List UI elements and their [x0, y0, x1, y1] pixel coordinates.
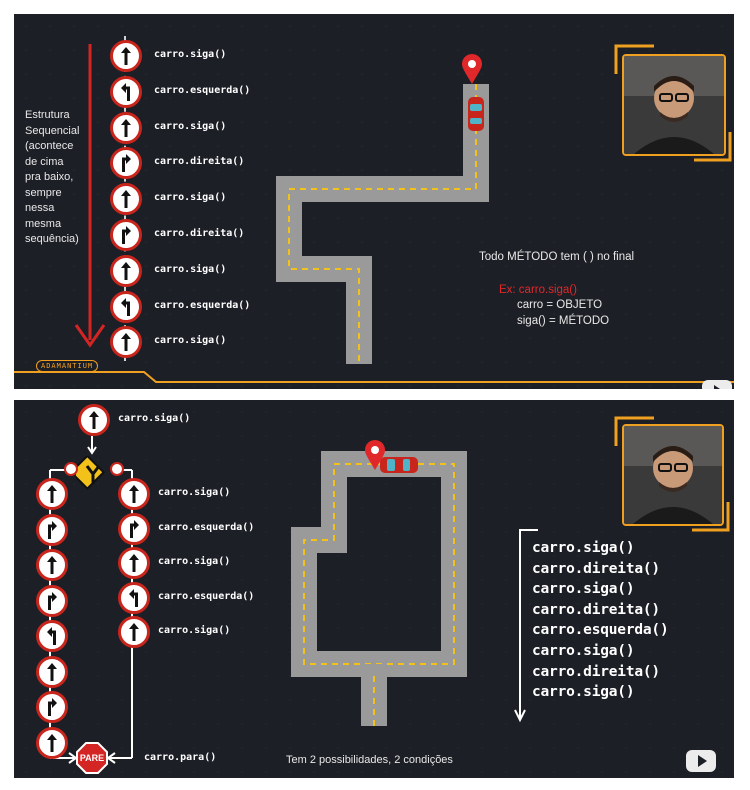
arrow-up-icon — [36, 655, 68, 688]
command-label: carro.esquerda() — [154, 84, 251, 96]
turn-right-icon — [36, 513, 68, 546]
sidebar-text-line: sempre — [25, 186, 62, 199]
arrow-up-icon — [110, 111, 142, 144]
command-label: carro.esquerda() — [154, 299, 251, 311]
sequence-item: carro.siga() — [532, 540, 635, 556]
example-label: Ex: carro.siga() — [499, 284, 577, 296]
arrow-up-icon — [36, 478, 68, 510]
brand-badge: ADAMANTIUM — [36, 360, 99, 372]
arrow-up-icon — [118, 478, 150, 510]
method-note: Todo MÉTODO tem ( ) no final — [479, 251, 635, 263]
sidebar-text-line: de cima — [25, 155, 64, 168]
arrow-up-icon — [78, 404, 110, 436]
footer-note: Tem 2 possibilidades, 2 condições — [286, 754, 453, 766]
turn-left-icon — [36, 620, 68, 652]
conditional-structure-slide: carro.siga() carro.siga() carro.esquerda(… — [14, 400, 734, 778]
command-label: carro.esquerda() — [158, 521, 255, 533]
car-icon — [468, 97, 484, 131]
youtube-play-button[interactable] — [686, 750, 716, 772]
sequence-item: carro.direita() — [532, 663, 660, 680]
sequence-item: carro.direita() — [532, 601, 660, 618]
webcam-frame-decoration — [614, 416, 730, 532]
command-label: carro.siga() — [154, 192, 227, 204]
turn-right-icon — [110, 462, 124, 476]
example-object: carro = OBJETO — [517, 299, 603, 311]
turn-right-icon — [36, 691, 68, 723]
webcam-frame-decoration — [614, 44, 732, 162]
top-command-label: carro.siga() — [118, 413, 191, 424]
road-map-loop — [291, 451, 467, 726]
sidebar-explanation: Estrutura Sequencial (acontece de cima pra b… — [25, 108, 95, 248]
arrow-up-icon — [118, 547, 150, 579]
command-label: carro.direita() — [154, 156, 245, 168]
arrow-up-icon — [36, 549, 68, 581]
arrow-up-icon — [110, 183, 142, 216]
arrow-up-icon — [110, 40, 142, 72]
sequence-item: carro.siga() — [532, 643, 635, 659]
turn-left-icon — [64, 462, 78, 476]
arrow-up-icon — [36, 726, 68, 759]
sidebar-text-line: (acontece — [25, 140, 74, 152]
turn-left-icon — [118, 581, 150, 614]
sidebar-text-line: pra baixo, — [25, 171, 74, 183]
stop-sign-label: PARE — [79, 753, 105, 763]
bottom-frame-line — [14, 371, 734, 383]
command-label: carro.esquerda() — [158, 590, 255, 602]
command-label: carro.siga() — [154, 263, 227, 275]
turn-left-icon — [110, 75, 142, 108]
sequence-item: carro.siga() — [532, 581, 635, 598]
command-label: carro.siga() — [154, 120, 227, 132]
command-label: carro.siga() — [154, 335, 227, 347]
sequence-item: carro.siga() — [532, 684, 635, 701]
command-label: carro.direita() — [154, 228, 245, 239]
example-method: siga() = MÉTODO — [517, 315, 610, 327]
stop-command-label: carro.para() — [144, 752, 217, 763]
sequence-item: carro.direita() — [532, 560, 660, 577]
sidebar-text-line: Sequencial — [25, 124, 80, 137]
youtube-play-button[interactable] — [702, 380, 732, 389]
sidebar-text-line: mesma — [25, 217, 62, 230]
sidebar-text-line: sequência) — [25, 233, 79, 245]
turn-right-icon — [36, 584, 68, 617]
command-label: carro.siga() — [158, 625, 231, 636]
fork-road-icon — [76, 456, 106, 490]
location-pin-icon — [365, 440, 385, 470]
sidebar-text-line: nessa — [25, 202, 55, 214]
arrow-up-icon — [110, 254, 142, 287]
sequence-item: carro.esquerda() — [532, 622, 669, 639]
command-label: carro.siga() — [158, 556, 231, 567]
location-pin-icon — [462, 54, 482, 84]
sequential-structure-slide: Estrutura Sequencial (acontece de cima pra b… — [14, 14, 734, 389]
turn-right-icon — [110, 147, 142, 180]
turn-left-icon — [110, 290, 142, 323]
command-label: carro.siga() — [154, 49, 227, 60]
command-label: carro.siga() — [158, 487, 231, 498]
turn-right-icon — [110, 219, 142, 251]
road-map — [276, 84, 489, 364]
sidebar-text-line: Estrutura — [25, 109, 70, 121]
arrow-up-icon — [118, 616, 150, 648]
turn-right-icon — [118, 512, 150, 545]
